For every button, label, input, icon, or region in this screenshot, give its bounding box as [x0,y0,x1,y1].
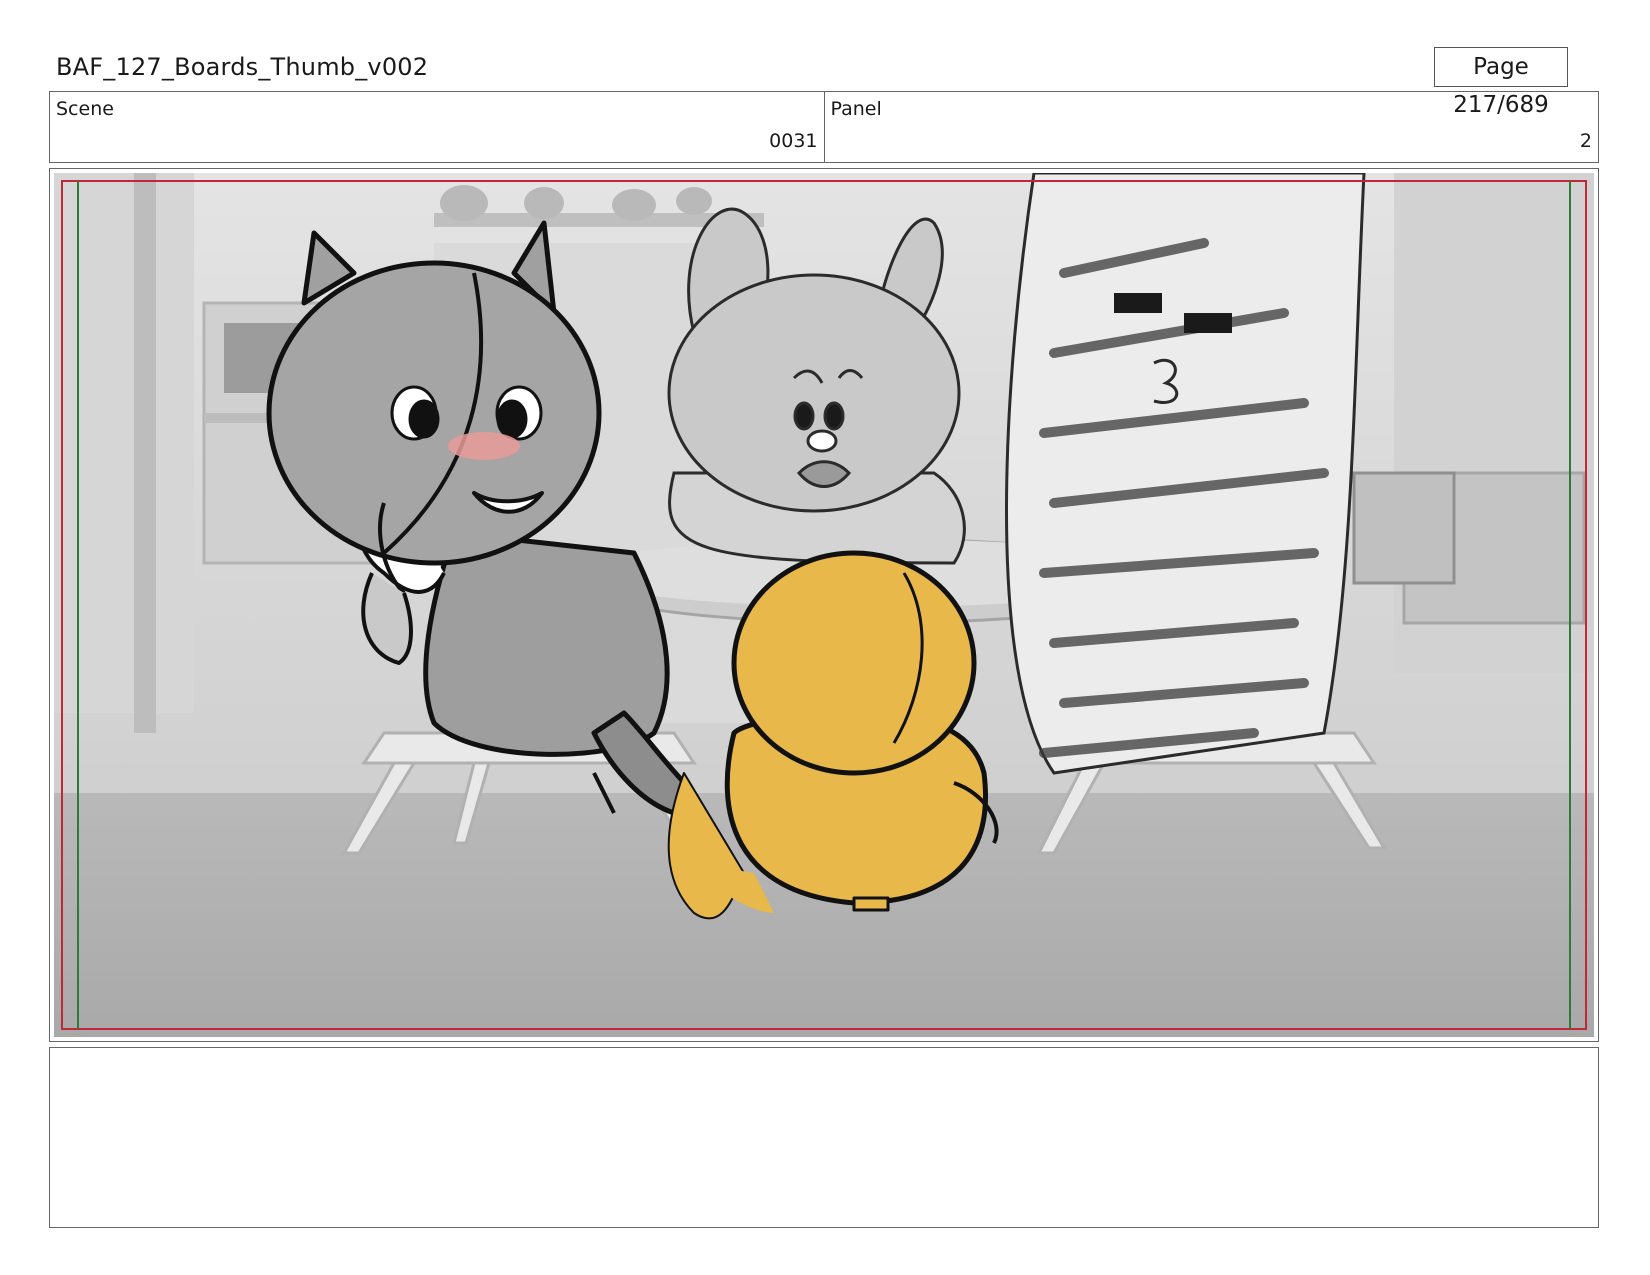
scene-label: Scene [56,98,114,120]
scene-panel-info-row: Scene 0031 Panel 2 [49,91,1599,163]
storyboard-panel-image [54,173,1594,1037]
page-number-box: Page 217/689 [1434,47,1568,118]
panel-notes-box [49,1047,1599,1228]
panel-value: 2 [1579,130,1592,152]
scene-value: 0031 [769,130,818,152]
panel-label: Panel [830,98,882,120]
striped-character [1005,173,1366,775]
storyboard-panel-frame [49,168,1599,1042]
scene-cell: Scene 0031 [50,92,824,162]
panel-cell: Panel 2 [823,92,1599,162]
document-title: BAF_127_Boards_Thumb_v002 [56,53,429,81]
